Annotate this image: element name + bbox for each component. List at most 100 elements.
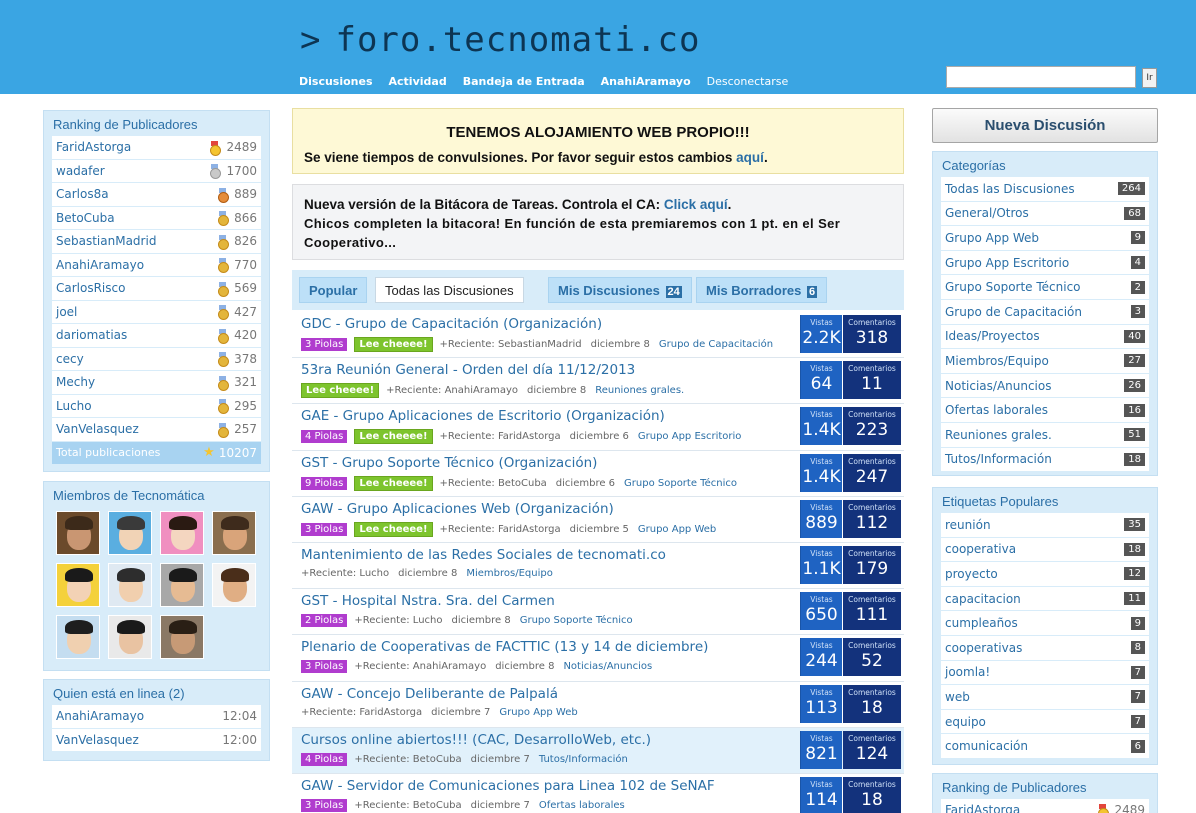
member-avatar[interactable] — [160, 563, 204, 607]
tags-row[interactable]: capacitacion 11 — [941, 586, 1149, 612]
discussion-category[interactable]: Ofertas laborales — [539, 800, 625, 811]
tags-row[interactable]: cooperativas 8 — [941, 635, 1149, 661]
discussion-title[interactable]: GAE - Grupo Aplicaciones de Escritorio (… — [301, 408, 665, 424]
tags-row[interactable]: web 7 — [941, 685, 1149, 710]
categories-row[interactable]: Noticias/Anuncios 26 — [941, 373, 1149, 399]
discussion-recent[interactable]: +Reciente: FaridAstorga — [440, 431, 561, 442]
ranking-row[interactable]: FaridAstorga 2489 — [52, 136, 261, 160]
discussion-category[interactable]: Grupo App Web — [499, 707, 577, 718]
discussion-category[interactable]: Tutos/Información — [539, 754, 628, 765]
member-avatar[interactable] — [108, 511, 152, 555]
categories-row[interactable]: Grupo App Escritorio 4 — [941, 250, 1149, 276]
ranking-row[interactable]: CarlosRisco 569 — [52, 277, 261, 301]
lee-cheeee-badge[interactable]: Lee cheeee! — [354, 521, 433, 537]
discussion-recent[interactable]: +Reciente: BetoCuba — [354, 754, 461, 765]
categories-row[interactable]: Miembros/Equipo 27 — [941, 349, 1149, 374]
tags-row[interactable]: equipo 7 — [941, 709, 1149, 735]
discussion-recent[interactable]: +Reciente: BetoCuba — [440, 478, 547, 489]
lee-cheeee-badge[interactable]: Lee cheeee! — [354, 429, 433, 445]
announcement-link[interactable]: aquí — [736, 150, 764, 165]
online-row[interactable]: AnahiAramayo 12:04 — [52, 705, 261, 729]
ranking-row[interactable]: SebastianMadrid 826 — [52, 230, 261, 254]
discussion-category[interactable]: Reuniones grales. — [595, 385, 684, 396]
discussion-title[interactable]: Mantenimiento de las Redes Sociales de t… — [301, 547, 666, 563]
bitacora-link[interactable]: Click aquí — [664, 197, 728, 212]
categories-row[interactable]: Grupo Soporte Técnico 2 — [941, 275, 1149, 300]
tags-row[interactable]: comunicación 6 — [941, 734, 1149, 759]
categories-row[interactable]: General/Otros 68 — [941, 201, 1149, 227]
search-input[interactable] — [946, 66, 1136, 88]
discussion-title[interactable]: GDC - Grupo de Capacitación (Organizació… — [301, 316, 602, 332]
discussion-title[interactable]: Plenario de Cooperativas de FACTTIC (13 … — [301, 639, 708, 655]
discussion-category[interactable]: Grupo App Web — [638, 524, 716, 535]
tab-todas[interactable]: Todas las Discusiones — [375, 277, 524, 303]
discussion-row[interactable]: Mantenimiento de las Redes Sociales de t… — [292, 542, 904, 590]
discussion-recent[interactable]: +Reciente: Lucho — [354, 615, 442, 626]
ranking-row[interactable]: AnahiAramayo 770 — [52, 253, 261, 277]
tab-mis-discusiones[interactable]: Mis Discusiones 24 — [548, 277, 692, 303]
ranking-row[interactable]: Lucho 295 — [52, 394, 261, 418]
discussion-category[interactable]: Grupo Soporte Técnico — [520, 615, 633, 626]
tags-row[interactable]: joomla! 7 — [941, 660, 1149, 686]
ranking-row[interactable]: VanVelasquez 257 — [52, 418, 261, 442]
tags-row[interactable]: cooperativa 18 — [941, 537, 1149, 563]
discussion-recent[interactable]: +Reciente: FaridAstorga — [301, 707, 422, 718]
ranking-row[interactable]: Carlos8a 889 — [52, 183, 261, 207]
tab-mis-borradores[interactable]: Mis Borradores 6 — [696, 277, 828, 303]
ranking-row[interactable]: joel 427 — [52, 300, 261, 324]
nav-profile[interactable]: AnahiAramayo — [601, 75, 691, 88]
categories-row[interactable]: Tutos/Información 18 — [941, 447, 1149, 473]
tags-row[interactable]: reunión 35 — [941, 513, 1149, 538]
nav-actividad[interactable]: Actividad — [389, 75, 447, 88]
discussion-title[interactable]: GST - Grupo Soporte Técnico (Organizació… — [301, 455, 597, 471]
discussion-row[interactable]: GST - Hospital Nstra. Sra. del Carmen 2 P… — [292, 589, 904, 636]
discussion-row[interactable]: Plenario de Cooperativas de FACTTIC (13 … — [292, 635, 904, 682]
discussion-recent[interactable]: +Reciente: SebastianMadrid — [440, 339, 582, 350]
ranking2-row[interactable]: FaridAstorga 2489 — [941, 799, 1149, 813]
search-button[interactable]: Ir — [1142, 68, 1157, 88]
discussion-row[interactable]: 53ra Reunión General - Orden del día 11/… — [292, 358, 904, 405]
ranking-row[interactable]: BetoCuba 866 — [52, 206, 261, 230]
nav-logout[interactable]: Desconectarse — [707, 75, 789, 88]
discussion-category[interactable]: Grupo Soporte Técnico — [624, 478, 737, 489]
online-row[interactable]: VanVelasquez 12:00 — [52, 728, 261, 752]
discussion-title[interactable]: GST - Hospital Nstra. Sra. del Carmen — [301, 593, 555, 609]
lee-cheeee-badge[interactable]: Lee cheeee! — [354, 475, 433, 491]
discussion-row[interactable]: GAW - Servidor de Comunicaciones para Li… — [292, 773, 904, 813]
new-discussion-button[interactable]: Nueva Discusión — [932, 108, 1158, 143]
member-avatar[interactable] — [56, 511, 100, 555]
discussion-recent[interactable]: +Reciente: AnahiAramayo — [386, 385, 518, 396]
ranking-row[interactable]: dariomatias 420 — [52, 324, 261, 348]
discussion-category[interactable]: Grupo de Capacitación — [659, 339, 773, 350]
discussion-row[interactable]: Cursos online abiertos!!! (CAC, Desarrol… — [292, 727, 904, 774]
discussion-row[interactable]: GST - Grupo Soporte Técnico (Organizació… — [292, 450, 904, 497]
ranking-row[interactable]: cecy 378 — [52, 347, 261, 371]
nav-bandeja[interactable]: Bandeja de Entrada — [463, 75, 585, 88]
lee-cheeee-badge[interactable]: Lee cheeee! — [301, 383, 380, 399]
categories-row[interactable]: Grupo App Web 9 — [941, 226, 1149, 251]
member-avatar[interactable] — [212, 511, 256, 555]
categories-row[interactable]: Reuniones grales. 51 — [941, 422, 1149, 448]
tags-row[interactable]: cumpleaños 9 — [941, 611, 1149, 636]
discussion-title[interactable]: GAW - Servidor de Comunicaciones para Li… — [301, 778, 715, 794]
discussion-category[interactable]: Noticias/Anuncios — [563, 661, 652, 672]
member-avatar[interactable] — [108, 615, 152, 659]
tags-row[interactable]: proyecto 12 — [941, 562, 1149, 587]
member-avatar[interactable] — [212, 563, 256, 607]
member-avatar[interactable] — [160, 511, 204, 555]
discussion-row[interactable]: GDC - Grupo de Capacitación (Organizació… — [292, 312, 904, 359]
member-avatar[interactable] — [56, 615, 100, 659]
discussion-row[interactable]: GAW - Grupo Aplicaciones Web (Organizaci… — [292, 496, 904, 543]
discussion-title[interactable]: 53ra Reunión General - Orden del día 11/… — [301, 362, 635, 378]
ranking-row[interactable]: wadafer 1700 — [52, 159, 261, 183]
categories-row[interactable]: Grupo de Capacitación 3 — [941, 299, 1149, 325]
categories-row[interactable]: Ofertas laborales 16 — [941, 398, 1149, 423]
discussion-category[interactable]: Miembros/Equipo — [466, 568, 552, 579]
lee-cheeee-badge[interactable]: Lee cheeee! — [354, 337, 433, 352]
site-logo[interactable]: > foro.tecnomati.co — [300, 20, 700, 60]
discussion-recent[interactable]: +Reciente: FaridAstorga — [440, 524, 561, 535]
discussion-recent[interactable]: +Reciente: BetoCuba — [354, 800, 461, 811]
member-avatar[interactable] — [56, 563, 100, 607]
member-avatar[interactable] — [108, 563, 152, 607]
discussion-category[interactable]: Grupo App Escritorio — [638, 431, 742, 442]
